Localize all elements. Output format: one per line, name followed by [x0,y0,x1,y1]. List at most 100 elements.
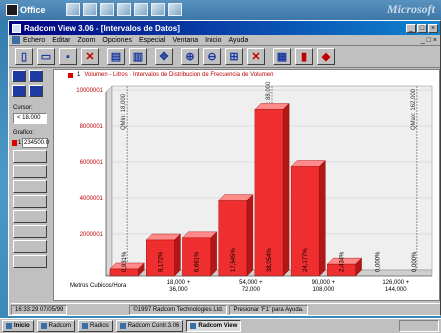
folder-icon [82,323,89,329]
access-icon[interactable] [117,3,131,16]
word-icon[interactable] [66,3,80,16]
office-label: Office [20,5,46,15]
y-tick-label: 6000001 [80,160,104,166]
menu-start[interactable]: Inicio [205,37,221,44]
save-icon[interactable]: ▪ [59,48,77,65]
graph-slot[interactable] [13,210,47,223]
delete-icon[interactable]: ✕ [81,48,99,65]
chart-window: 1 Volumen - Litros · Intervalos de Distr… [53,69,440,301]
open-folder-icon[interactable]: ▭ [37,48,55,65]
graph-value-field[interactable]: 234500.0 [22,138,49,148]
print-icon[interactable]: ▤ [107,48,125,65]
view-icon-3[interactable] [12,85,26,97]
bar-chart-icon[interactable]: ▮ [295,48,313,65]
graph-slot[interactable] [13,255,47,268]
new-document-icon[interactable]: ▯ [15,48,33,65]
view-icon-2[interactable] [29,70,44,82]
zoom-in-icon[interactable]: ⊕ [181,48,199,65]
start-button[interactable]: Inicio [2,320,34,332]
explorer-icon[interactable] [168,3,182,16]
zoom-reset-icon[interactable]: ✕ [247,48,265,65]
x-tick-label: 36,000 [169,287,188,293]
y-tick-label: 4000001 [80,196,104,202]
cursor-label: Cursor: [13,105,33,111]
graph-slot[interactable] [13,180,47,193]
move-icon[interactable]: ✥ [155,48,173,65]
app-icon [119,323,126,329]
view-icon-4[interactable] [29,85,44,97]
bar-value-label: 0,931% [122,251,128,272]
graph-slot[interactable] [13,240,47,253]
menu-special[interactable]: Especial [139,37,165,44]
bar-side [319,160,326,277]
office-brand: Microsoft [387,2,435,16]
binder-icon[interactable] [151,3,165,16]
minimize-button[interactable]: _ [406,23,416,33]
start-label: Inicio [14,323,30,329]
office-shortcut-bar: Office Microsoft [0,0,441,20]
chart-icon[interactable]: ▦ [273,48,291,65]
bar-value-label: 0,000% [376,251,382,272]
histogram-chart[interactable]: 10000001 8000001 6000001 4000001 2000001 QMin… [54,80,439,300]
zoom-out-icon[interactable]: ⊖ [203,48,221,65]
task-label: Radcom Contr.3.06 [127,323,180,329]
system-tray[interactable] [399,320,439,332]
app-icon [190,323,197,329]
x-tick-label: 90,000 + [312,280,336,286]
folder-icon [40,323,47,329]
bar-value-label: 38,054% [267,248,273,272]
maximize-button[interactable]: □ [417,23,427,33]
bar-side [210,231,217,277]
graph-slot[interactable] [13,150,47,163]
document-icon[interactable] [12,36,20,44]
task-radcom-view[interactable]: Radcom View [186,320,242,332]
document-controls[interactable]: _ □ × [421,37,437,44]
zoom-fit-icon[interactable]: ⊞ [225,48,243,65]
menu-window[interactable]: Ventana [172,37,198,44]
view-icon-1[interactable] [12,70,26,82]
chart-legend: 1 Volumen - Litros · Intervalos de Distr… [54,70,439,80]
menu-zoom[interactable]: Zoom [77,37,95,44]
toolbar: ▯ ▭ ▪ ✕ ▤ ▥ ✥ ⊕ ⊖ ⊞ ✕ ▦ ▮ ◆ [9,46,440,68]
excel-icon[interactable] [83,3,97,16]
cursor-value-field[interactable]: < 18.000 [13,113,47,124]
status-bar: 16:33:29 07/05/99 ©1997 Radcom Technolog… [11,303,440,315]
marker-label: QMax: 162,000 [411,88,417,130]
menu-file[interactable]: Echero [23,37,45,44]
x-tick-label: 126,000 + [382,280,409,286]
status-time: 16:33:29 07/05/99 [11,304,68,315]
taskbar: Inicio Radcom Radios Radcom Contr.3.06 R… [0,318,441,333]
graph-slot[interactable] [13,225,47,238]
book-icon[interactable]: ◆ [317,48,335,65]
task-label: Radcom View [198,323,238,329]
menu-help[interactable]: Ayuda [228,37,248,44]
graphs-label: Grafico: [13,130,35,136]
task-radcom[interactable]: Radcom [36,320,76,332]
graph-slot[interactable] [13,195,47,208]
status-hint: Presionar 'F1' para Ayuda. [229,304,308,315]
x-tick-label: 54,000 + [239,280,263,286]
y-tick-label: 10000001 [76,88,103,94]
app-icon [12,23,21,33]
title-bar[interactable]: Radcom View 3.06 - [Intervalos de Datos]… [9,21,440,35]
task-radios[interactable]: Radios [78,320,113,332]
powerpoint-icon[interactable] [100,3,114,16]
schedule-icon[interactable] [134,3,148,16]
menu-options[interactable]: Opciones [102,37,132,44]
chart-side-wall [105,85,113,277]
bar-side [282,103,290,277]
windows-icon [6,323,12,329]
task-label: Radios [90,323,109,329]
print-preview-icon[interactable]: ▥ [129,48,147,65]
graph-row[interactable]: 1 234500.0 [11,138,49,148]
status-copyright: ©1997 Radcom Technologies Ltd. [129,304,228,315]
menu-edit[interactable]: Editar [52,37,70,44]
office-logo[interactable]: Office [6,3,46,17]
bar-value-label: 24,177% [303,248,309,272]
bar-value-label: 6,661% [195,251,201,272]
graph-slot[interactable] [13,165,47,178]
close-button[interactable]: × [428,23,438,33]
legend-text: Volumen - Litros · Intervalos de Distrib… [84,72,274,78]
task-radcom-contr[interactable]: Radcom Contr.3.06 [115,320,184,332]
legend-swatch [68,72,73,78]
